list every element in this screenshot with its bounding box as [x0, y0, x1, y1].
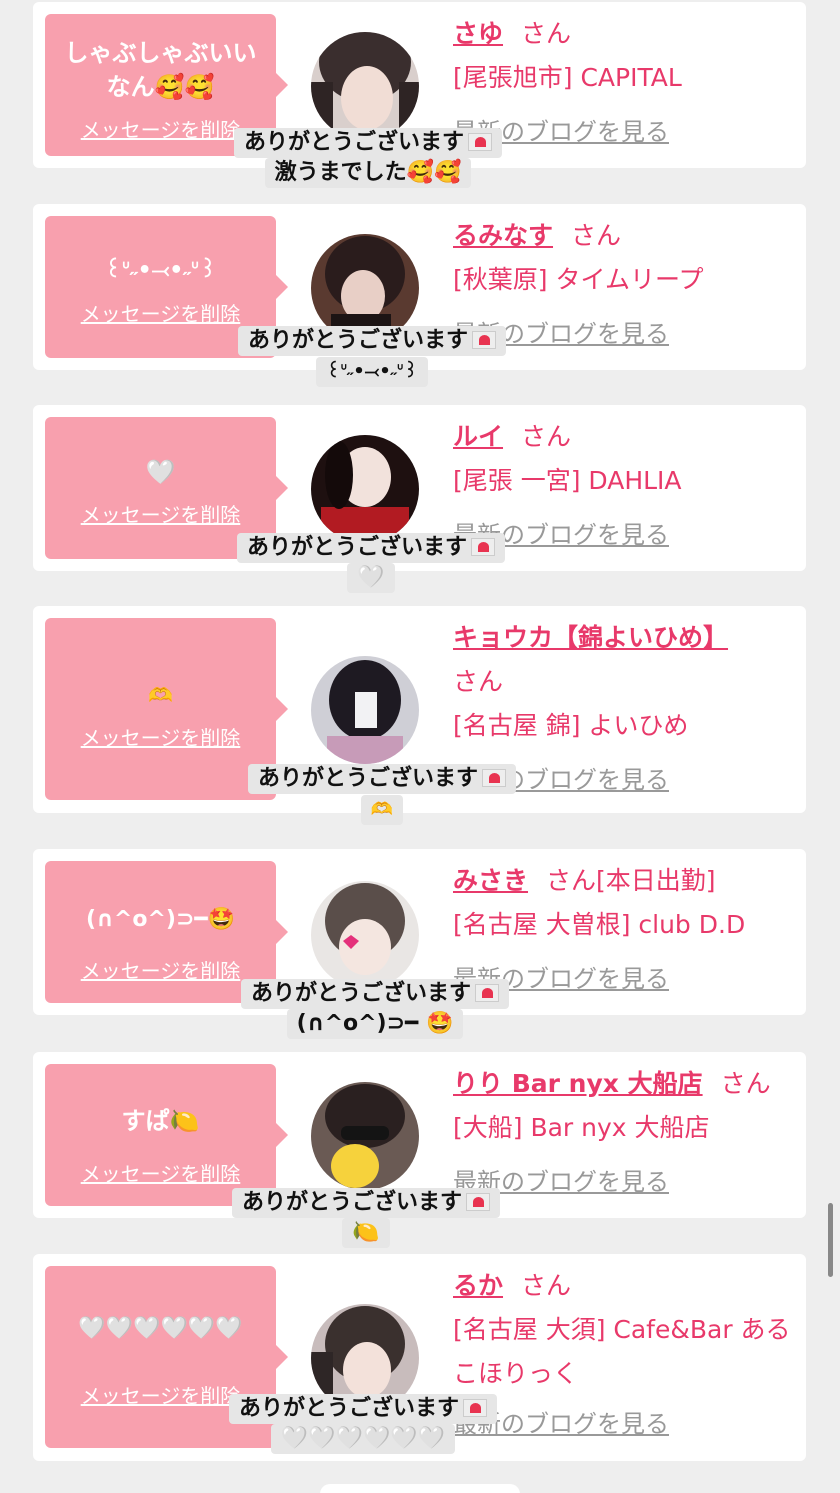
message-text: 🤍🤍🤍🤍🤍🤍 — [78, 1316, 243, 1341]
shop-label: [名古屋 錦] よいひめ — [453, 711, 689, 740]
reply-box: ありがとうございます 🍋 — [207, 1188, 525, 1248]
message-card: 🤍 メッセージを削除 ルイ さん [尾張 一宮] DAHLIA 最新のブログを見る… — [33, 405, 806, 593]
reply-thanks: ありがとうございます — [247, 328, 468, 353]
profile-name-link[interactable]: りり Bar nyx 大船店 — [453, 1069, 703, 1098]
love-letter-icon — [471, 538, 495, 556]
honorific: さん — [546, 866, 597, 895]
reply-box: ありがとうございます (∩^o^)⊃━ 🤩 — [217, 979, 533, 1039]
scrollbar[interactable] — [828, 1203, 833, 1277]
reply-box: ありがとうございます 🤍🤍🤍🤍🤍🤍 — [205, 1394, 521, 1454]
message-card: (∩^o^)⊃━🤩 メッセージを削除 みさき さん[本日出勤] [名古屋 大曽根]… — [33, 849, 806, 1039]
reply-text: ꒰ᐡ˶•⤙•˶ᐡ꒱ — [316, 357, 428, 387]
honorific: さん — [720, 1069, 771, 1098]
reply-thanks: ありがとうございます — [243, 130, 464, 155]
message-text: ꒰ᐡ˶•⤙•˶ᐡ꒱ — [104, 258, 217, 283]
shop-label: [大船] Bar nyx 大船店 — [453, 1113, 710, 1142]
message-card: しゃぶしゃぶいいなん🥰🥰 メッセージを削除 さゆ さん [尾張旭市] CAPITA… — [33, 2, 806, 188]
message-card: すぱ🍋 メッセージを削除 りり Bar nyx 大船店 さん [大船] Bar n… — [33, 1052, 806, 1248]
next-card-edge — [320, 1484, 520, 1493]
shop-label: [名古屋 大須] Cafe&Bar あるこほりっく — [453, 1315, 791, 1388]
avatar-photo — [311, 32, 419, 140]
reply-thanks: ありがとうございます — [257, 766, 478, 791]
message-card: 🫶 メッセージを削除 キョウカ【錦よいひめ】 さん [名古屋 錦] よいひめ 最新… — [33, 606, 806, 825]
message-text: 🤍 — [145, 458, 176, 486]
reply-box: ありがとうございます 🤍 — [213, 533, 529, 593]
honorific: さん — [521, 19, 572, 48]
love-letter-icon — [472, 331, 496, 349]
love-letter-icon — [463, 1399, 487, 1417]
message-card: 🤍🤍🤍🤍🤍🤍 メッセージを削除 るか さん [名古屋 大須] Cafe&Bar あ… — [33, 1254, 806, 1461]
attendance-status: [本日出勤] — [596, 866, 716, 895]
reply-text: 🤍 — [347, 563, 395, 593]
shop-label: [尾張 一宮] DAHLIA — [453, 466, 682, 495]
honorific: さん — [571, 221, 622, 250]
reply-thanks: ありがとうございます — [246, 535, 467, 560]
delete-message-link[interactable]: メッセージを削除 — [45, 298, 276, 327]
reply-box: ありがとうございます 🫶 — [221, 764, 543, 825]
delete-message-link[interactable]: メッセージを削除 — [45, 722, 276, 751]
love-letter-icon — [466, 1193, 490, 1211]
love-letter-icon — [468, 133, 492, 151]
profile-name-link[interactable]: るみなす — [453, 221, 553, 250]
profile-name-link[interactable]: キョウカ【錦よいひめ】 — [453, 623, 728, 652]
reply-text: 激うまでした🥰🥰 — [264, 158, 472, 188]
shop-label: [尾張旭市] CAPITAL — [453, 63, 682, 92]
delete-message-link[interactable]: メッセージを削除 — [45, 1158, 276, 1187]
reply-box: ありがとうございます ꒰ᐡ˶•⤙•˶ᐡ꒱ — [215, 326, 529, 387]
avatar[interactable] — [311, 32, 419, 140]
love-letter-icon — [482, 769, 506, 787]
avatar-photo — [311, 435, 419, 543]
message-bubble: すぱ🍋 メッセージを削除 — [45, 1064, 288, 1206]
avatar[interactable] — [311, 656, 419, 764]
reply-text: (∩^o^)⊃━ 🤩 — [286, 1009, 464, 1039]
reply-box: ありがとうございます 激うまでした🥰🥰 — [213, 128, 523, 188]
profile-name-link[interactable]: さゆ — [453, 19, 503, 48]
honorific: さん — [521, 1271, 572, 1300]
shop-label: [秋葉原] タイムリープ — [453, 265, 704, 294]
reply-thanks: ありがとうございます — [250, 981, 471, 1006]
avatar[interactable] — [311, 1082, 419, 1190]
profile-name-link[interactable]: るか — [453, 1271, 503, 1300]
avatar-photo — [311, 656, 419, 764]
avatar[interactable] — [311, 881, 419, 989]
profile-name-link[interactable]: ルイ — [453, 422, 503, 451]
message-text: (∩^o^)⊃━🤩 — [85, 907, 236, 932]
reply-text: 🫶 — [360, 795, 404, 825]
reply-text: 🤍🤍🤍🤍🤍🤍 — [270, 1424, 456, 1454]
honorific: さん — [521, 422, 572, 451]
love-letter-icon — [475, 984, 499, 1002]
profile-info: りり Bar nyx 大船店 さん [大船] Bar nyx 大船店 最新のブログ… — [453, 1062, 798, 1204]
honorific: さん — [453, 667, 504, 696]
message-text: すぱ🍋 — [121, 1107, 200, 1135]
message-card: ꒰ᐡ˶•⤙•˶ᐡ꒱ メッセージを削除 るみなす さん [秋葉原] タイムリープ 最… — [33, 204, 806, 387]
avatar[interactable] — [311, 435, 419, 543]
reply-thanks: ありがとうございます — [238, 1396, 459, 1421]
delete-message-link[interactable]: メッセージを削除 — [45, 499, 276, 528]
shop-label: [名古屋 大曽根] club D.D — [453, 910, 746, 939]
avatar-photo — [311, 881, 419, 989]
avatar-photo — [311, 1082, 419, 1190]
message-text: 🫶 — [148, 683, 173, 707]
profile-name-link[interactable]: みさき — [453, 866, 528, 895]
reply-thanks: ありがとうございます — [241, 1190, 462, 1215]
message-text: しゃぶしゃぶいいなん🥰🥰 — [64, 39, 257, 101]
reply-text: 🍋 — [342, 1218, 390, 1248]
